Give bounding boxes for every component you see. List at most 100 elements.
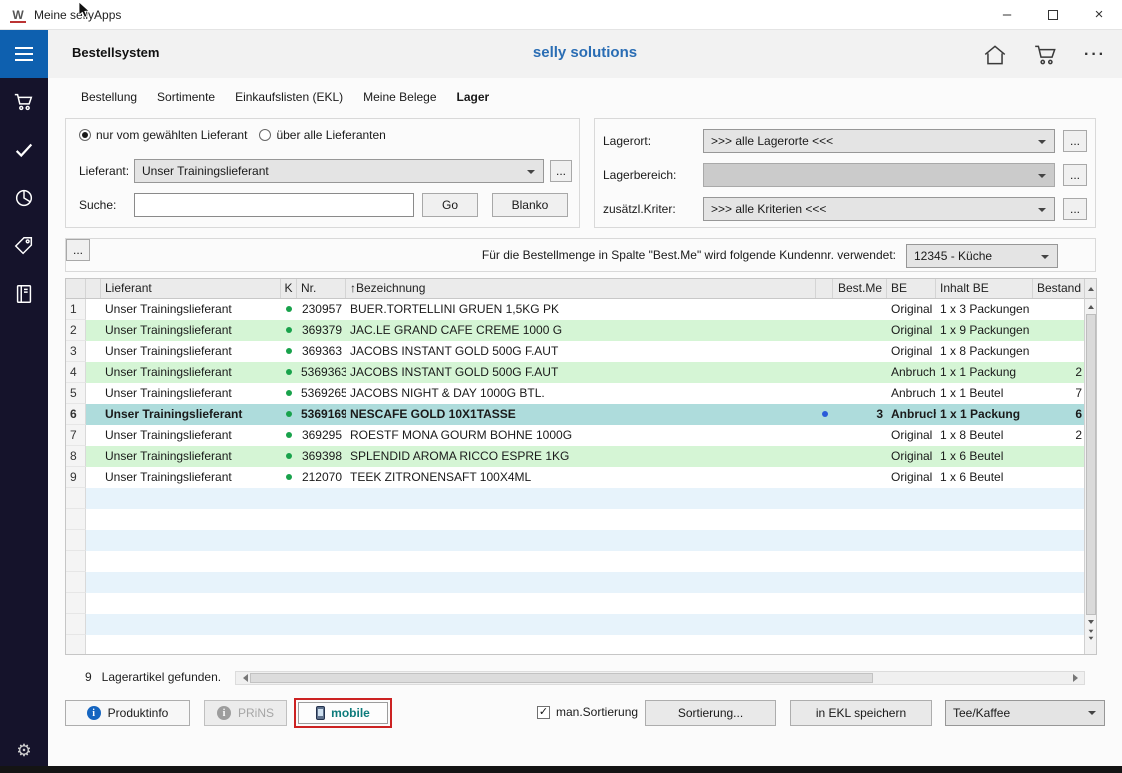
sidebar-pricetag-button[interactable] bbox=[0, 222, 48, 270]
tab-bestellung[interactable]: Bestellung bbox=[81, 88, 137, 106]
column-header-spacer[interactable] bbox=[86, 279, 101, 298]
kundennr-more-button[interactable]: ... bbox=[66, 239, 90, 261]
tab-meine-belege[interactable]: Meine Belege bbox=[363, 88, 436, 106]
table-row-empty[interactable] bbox=[66, 572, 1086, 593]
man-sortierung-checkbox[interactable]: ✓ man.Sortierung bbox=[537, 705, 638, 719]
sidebar: ⚙ bbox=[0, 30, 48, 773]
maximize-button[interactable] bbox=[1030, 0, 1076, 30]
cell-empty bbox=[86, 593, 101, 614]
column-header-Best.Me[interactable]: Best.Me bbox=[833, 279, 887, 298]
warengruppe-combobox[interactable]: Tee/Kaffee bbox=[945, 700, 1105, 726]
column-header-Nr.[interactable]: Nr. bbox=[297, 279, 346, 298]
vertical-scrollbar[interactable] bbox=[1084, 279, 1096, 654]
cell-empty bbox=[346, 509, 816, 530]
cell-empty bbox=[101, 509, 281, 530]
column-header-spacer[interactable] bbox=[816, 279, 833, 298]
row-indicator bbox=[86, 362, 101, 383]
suche-input[interactable] bbox=[134, 193, 414, 217]
table-row[interactable]: 7Unser Trainingslieferant369295ROESTF MO… bbox=[66, 425, 1086, 446]
column-header-K[interactable]: K bbox=[281, 279, 297, 298]
sidebar-order-button[interactable] bbox=[0, 78, 48, 126]
table-row[interactable]: 1Unser Trainingslieferant230957BUER.TORT… bbox=[66, 299, 1086, 320]
column-header-Lieferant[interactable]: Lieferant bbox=[101, 279, 281, 298]
scroll-down-button[interactable] bbox=[1085, 615, 1096, 629]
article-table: LieferantKNr.↑Bezeichnung Best.MeBEInhalt… bbox=[65, 278, 1097, 655]
sidebar-menu-button[interactable] bbox=[0, 30, 48, 78]
hscroll-track[interactable] bbox=[250, 672, 1070, 684]
table-row[interactable]: 3Unser Trainingslieferant369363JACOBS IN… bbox=[66, 341, 1086, 362]
radio-ueber-alle-lieferanten[interactable]: über alle Lieferanten bbox=[259, 128, 385, 142]
radio-icon bbox=[79, 129, 91, 141]
scroll-end-button[interactable] bbox=[1085, 629, 1096, 643]
cell-empty bbox=[833, 572, 887, 593]
row-indicator bbox=[86, 404, 101, 425]
cell-empty bbox=[816, 509, 833, 530]
table-row-empty[interactable] bbox=[66, 593, 1086, 614]
horizontal-scrollbar[interactable] bbox=[235, 671, 1085, 685]
sidebar-statistics-button[interactable] bbox=[0, 174, 48, 222]
ekl-speichern-button[interactable]: in EKL speichern bbox=[790, 700, 932, 726]
go-button[interactable]: Go bbox=[422, 193, 478, 217]
column-header-Bezeichnung[interactable]: ↑Bezeichnung bbox=[346, 279, 816, 298]
sidebar-catalog-button[interactable] bbox=[0, 270, 48, 318]
kundennr-combobox[interactable]: 12345 - Küche bbox=[906, 244, 1058, 268]
tab-einkaufslisten[interactable]: Einkaufslisten (EKL) bbox=[235, 88, 343, 106]
table-row[interactable]: 2Unser Trainingslieferant369379JAC.LE GR… bbox=[66, 320, 1086, 341]
radio-nur-gewaehlter-lieferant[interactable]: nur vom gewählten Lieferant bbox=[79, 128, 247, 142]
lieferant-label: Lieferant: bbox=[79, 159, 129, 183]
cell-inhalt: 1 x 1 Packung bbox=[936, 404, 1033, 425]
blanko-button[interactable]: Blanko bbox=[492, 193, 568, 217]
cell-empty bbox=[833, 509, 887, 530]
cell-k bbox=[281, 383, 297, 404]
status-text: 9 Lagerartikel gefunden. bbox=[85, 670, 221, 684]
table-row-empty[interactable] bbox=[66, 635, 1086, 655]
lieferant-combobox[interactable]: Unser Trainingslieferant bbox=[134, 159, 544, 183]
kriterien-combobox[interactable]: >>> alle Kriterien <<< bbox=[703, 197, 1055, 221]
minimize-button[interactable]: – bbox=[984, 0, 1030, 30]
table-row[interactable]: 6Unser Trainingslieferant5369169NESCAFE … bbox=[66, 404, 1086, 425]
cell-bestme bbox=[833, 299, 887, 320]
cell-empty bbox=[936, 635, 1033, 655]
column-header-BE[interactable]: BE bbox=[887, 279, 936, 298]
tab-lager[interactable]: Lager bbox=[457, 88, 490, 106]
table-row[interactable]: 8Unser Trainingslieferant369398SPLENDID … bbox=[66, 446, 1086, 467]
cell-nr: 212070 bbox=[297, 467, 346, 488]
lagerbereich-more-button[interactable]: ... bbox=[1063, 164, 1087, 186]
close-button[interactable]: × bbox=[1076, 0, 1122, 30]
cell-bestme bbox=[833, 425, 887, 446]
settings-gear-button[interactable]: ⚙ bbox=[0, 741, 48, 761]
cell-nr: 369379 bbox=[297, 320, 346, 341]
scroll-right-button[interactable] bbox=[1070, 672, 1084, 684]
table-row-empty[interactable] bbox=[66, 488, 1086, 509]
table-row[interactable]: 9Unser Trainingslieferant212070TEEK ZITR… bbox=[66, 467, 1086, 488]
sidebar-tasks-button[interactable] bbox=[0, 126, 48, 174]
cell-bestand: 7 bbox=[1033, 383, 1086, 404]
tab-sortimente[interactable]: Sortimente bbox=[157, 88, 215, 106]
more-menu-button[interactable]: ··· bbox=[1084, 46, 1106, 64]
hscroll-thumb[interactable] bbox=[250, 673, 873, 683]
column-header-Bestand[interactable]: Bestand bbox=[1033, 279, 1086, 298]
scroll-up-button[interactable] bbox=[1085, 299, 1096, 313]
prins-button[interactable]: i PRiNS bbox=[204, 700, 287, 726]
lieferant-more-button[interactable]: ... bbox=[550, 160, 572, 182]
scroll-left-button[interactable] bbox=[236, 672, 250, 684]
lagerort-more-button[interactable]: ... bbox=[1063, 130, 1087, 152]
cell-flag bbox=[816, 446, 833, 467]
column-header-Inhalt BE[interactable]: Inhalt BE bbox=[936, 279, 1033, 298]
table-row-empty[interactable] bbox=[66, 551, 1086, 572]
table-row[interactable]: 4Unser Trainingslieferant5369363JACOBS I… bbox=[66, 362, 1086, 383]
produktinfo-button[interactable]: i Produktinfo bbox=[65, 700, 190, 726]
sortierung-button[interactable]: Sortierung... bbox=[645, 700, 776, 726]
home-icon[interactable] bbox=[982, 42, 1008, 68]
kriterien-more-button[interactable]: ... bbox=[1063, 198, 1087, 220]
column-header-spacer[interactable] bbox=[66, 279, 86, 298]
table-row-empty[interactable] bbox=[66, 530, 1086, 551]
cell-bestand bbox=[1033, 299, 1086, 320]
scrollbar-thumb[interactable] bbox=[1086, 314, 1096, 615]
table-row-empty[interactable] bbox=[66, 614, 1086, 635]
lagerort-combobox[interactable]: >>> alle Lagerorte <<< bbox=[703, 129, 1055, 153]
table-row-empty[interactable] bbox=[66, 509, 1086, 530]
header-cart-icon[interactable] bbox=[1032, 42, 1060, 68]
mobile-button[interactable]: mobile bbox=[298, 702, 388, 724]
table-row[interactable]: 5Unser Trainingslieferant5369265JACOBS N… bbox=[66, 383, 1086, 404]
